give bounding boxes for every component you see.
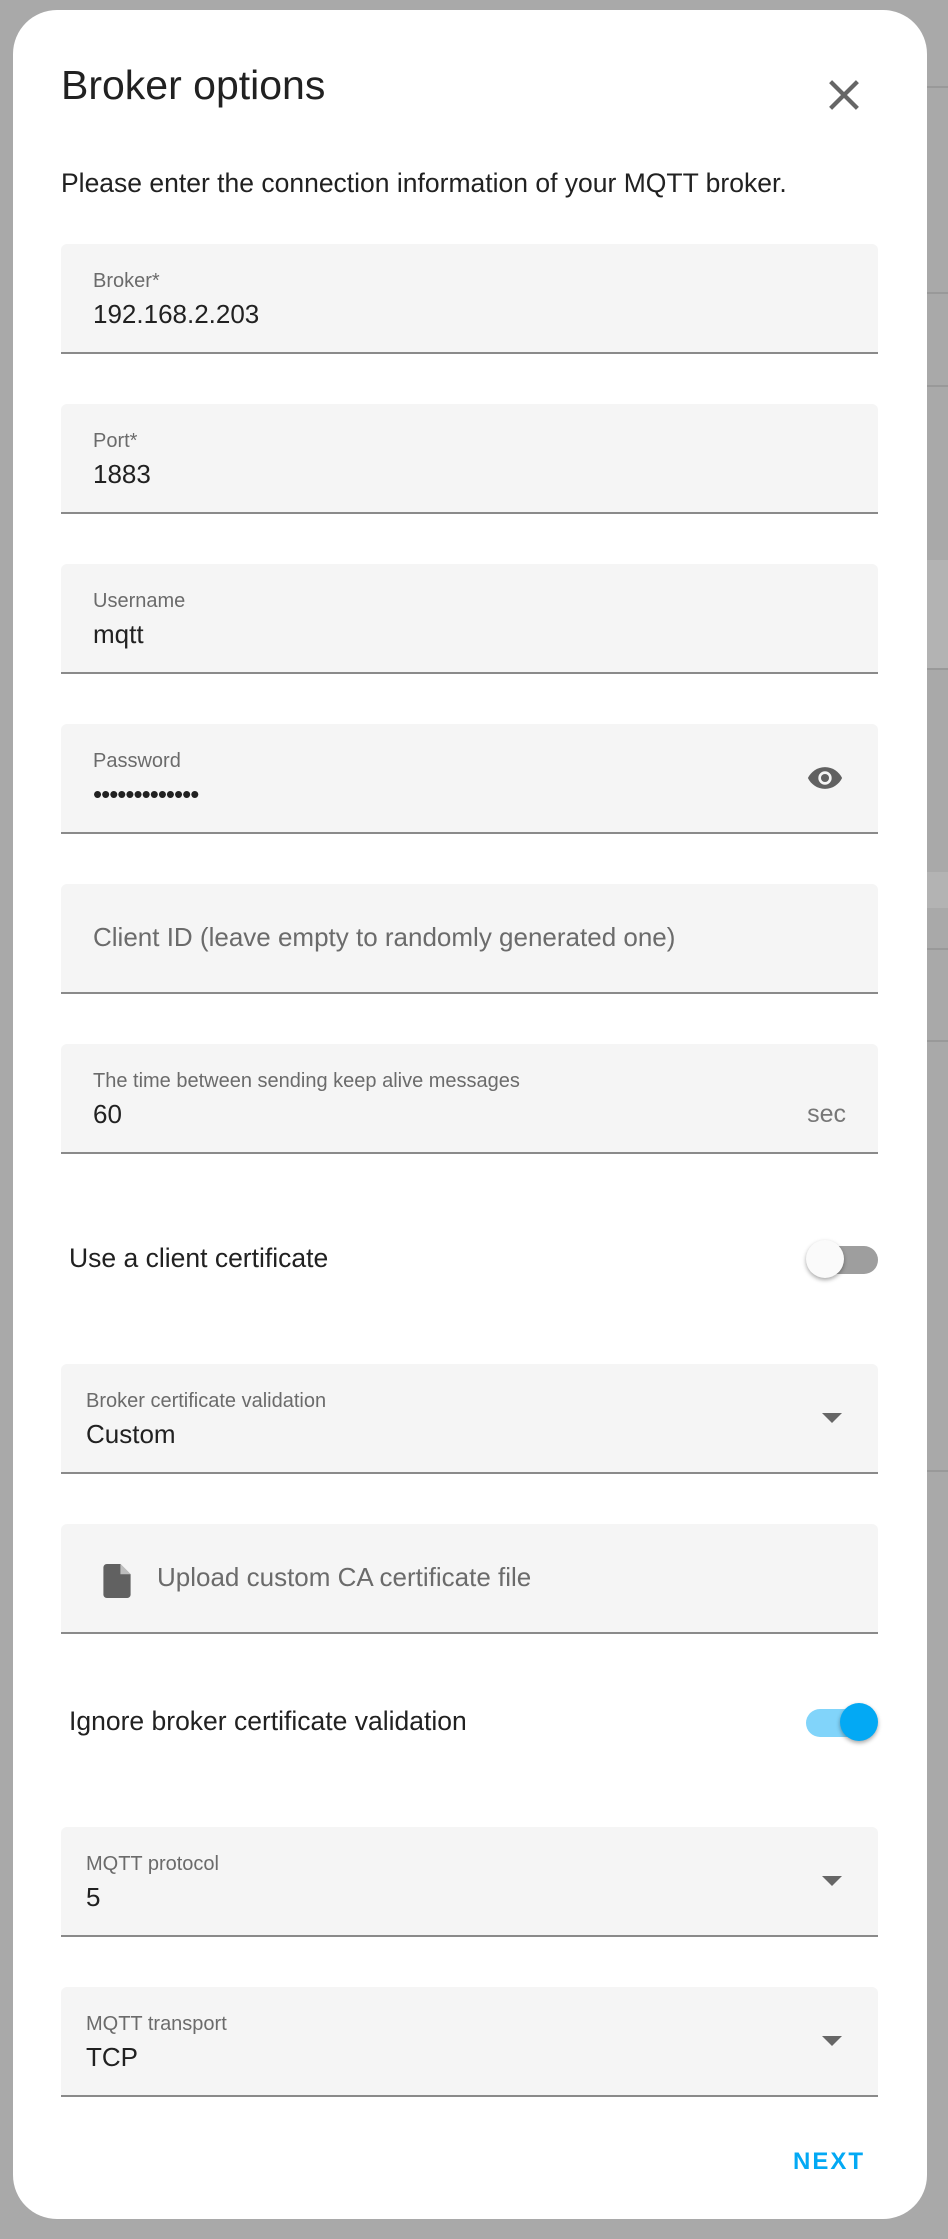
port-input[interactable]: 1883	[93, 459, 151, 490]
keepalive-field[interactable]: The time between sending keep alive mess…	[61, 1044, 878, 1154]
background-divider	[927, 1040, 948, 1042]
close-icon	[829, 80, 859, 110]
cert-validation-value: Custom	[86, 1419, 176, 1449]
mqtt-protocol-value: 5	[86, 1882, 101, 1912]
eye-icon[interactable]	[806, 764, 844, 792]
password-label: Password	[93, 750, 181, 772]
broker-label: Broker*	[93, 270, 160, 292]
mqtt-protocol-select[interactable]: MQTT protocol 5	[61, 1827, 878, 1937]
port-field[interactable]: Port* 1883	[61, 404, 878, 514]
file-icon	[103, 1564, 131, 1598]
password-input[interactable]: •••••••••••••	[93, 779, 199, 810]
mqtt-transport-value: TCP	[86, 2042, 138, 2072]
background-divider	[927, 668, 948, 670]
port-label: Port*	[93, 430, 138, 452]
dialog-description: Please enter the connection information …	[61, 168, 787, 198]
background-divider	[927, 385, 948, 387]
broker-options-dialog: Broker options Please enter the connecti…	[13, 10, 927, 2219]
upload-ca-button[interactable]: Upload custom CA certificate file	[61, 1524, 878, 1634]
dropdown-arrow-icon	[822, 2036, 842, 2046]
cert-validation-select[interactable]: Broker certificate validation Custom	[61, 1364, 878, 1474]
dialog-title: Broker options	[61, 62, 326, 108]
keepalive-input[interactable]: 60	[93, 1099, 122, 1130]
background-panel	[927, 560, 948, 670]
background-panel	[927, 872, 948, 908]
keepalive-suffix: sec	[807, 1100, 846, 1128]
broker-input[interactable]: 192.168.2.203	[93, 299, 259, 330]
mqtt-transport-label: MQTT transport	[86, 2013, 227, 2035]
ignore-validation-label: Ignore broker certificate validation	[69, 1706, 467, 1736]
next-button[interactable]: NEXT	[793, 2148, 865, 2176]
username-input[interactable]: mqtt	[93, 619, 144, 650]
keepalive-label: The time between sending keep alive mess…	[93, 1070, 520, 1092]
password-field[interactable]: Password •••••••••••••	[61, 724, 878, 834]
ignore-validation-toggle[interactable]	[806, 1703, 878, 1741]
client-id-placeholder[interactable]: Client ID (leave empty to randomly gener…	[93, 922, 675, 953]
cert-validation-label: Broker certificate validation	[86, 1390, 327, 1412]
dropdown-arrow-icon	[822, 1413, 842, 1423]
username-label: Username	[93, 590, 186, 612]
upload-ca-label: Upload custom CA certificate file	[157, 1562, 532, 1592]
background-divider	[927, 1470, 948, 1472]
mqtt-transport-select[interactable]: MQTT transport TCP	[61, 1987, 878, 2097]
background-divider	[927, 86, 948, 88]
mqtt-protocol-label: MQTT protocol	[86, 1853, 219, 1875]
dropdown-arrow-icon	[822, 1876, 842, 1886]
close-button[interactable]	[821, 72, 867, 118]
client-cert-toggle[interactable]	[806, 1240, 878, 1278]
username-field[interactable]: Username mqtt	[61, 564, 878, 674]
client-cert-label: Use a client certificate	[69, 1243, 329, 1273]
background-divider	[927, 292, 948, 294]
client-id-field[interactable]: Client ID (leave empty to randomly gener…	[61, 884, 878, 994]
background-divider	[927, 948, 948, 950]
broker-field[interactable]: Broker* 192.168.2.203	[61, 244, 878, 354]
